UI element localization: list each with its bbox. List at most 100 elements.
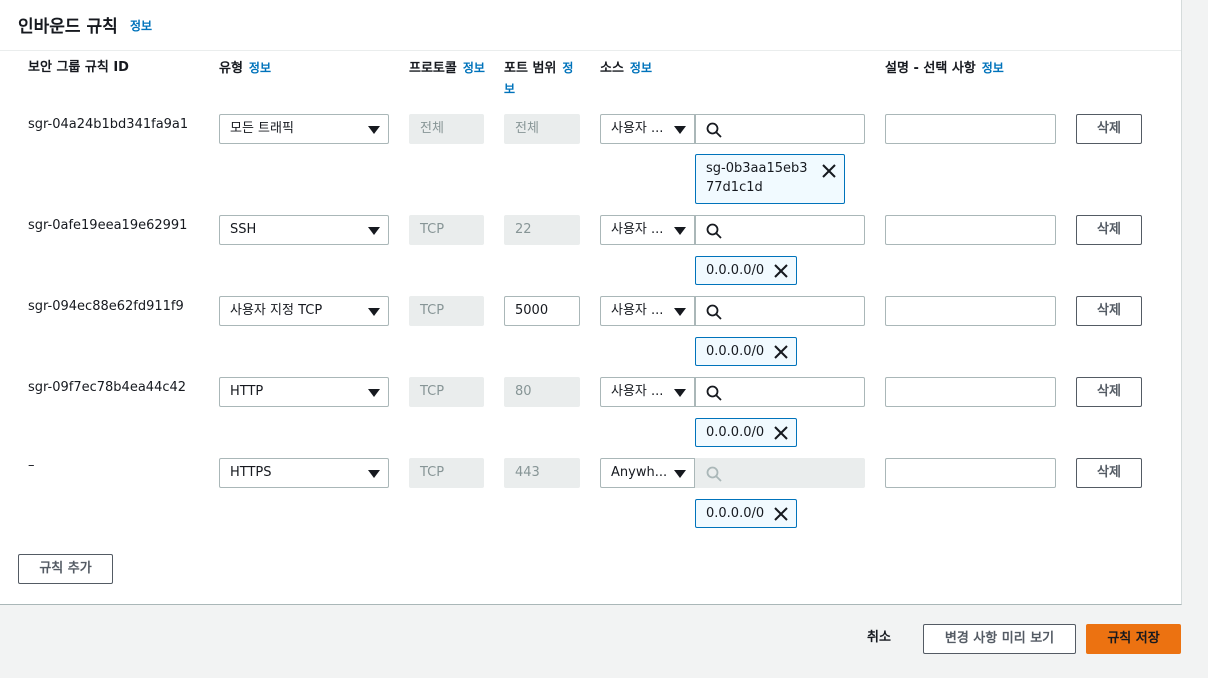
type-value: 사용자 지정 TCP (230, 303, 323, 318)
rule-id: sgr-09f7ec78b4ea44c42 (28, 380, 187, 395)
preview-changes-button[interactable]: 변경 사항 미리 보기 (923, 624, 1076, 654)
description-input[interactable] (885, 458, 1056, 488)
source-value: Anywh... (611, 465, 668, 480)
col-type-label: 유형 (219, 61, 243, 76)
col-protocol-label: 프로토콜 (409, 61, 457, 76)
type-select[interactable]: HTTPS (219, 458, 389, 488)
token-label-line1: sg-0b3aa15eb3 (706, 161, 808, 176)
col-source-label: 소스 (600, 61, 624, 76)
col-header-port: 포트 범위 정보 (504, 58, 574, 100)
token-label: 0.0.0.0/0 (706, 263, 765, 278)
source-info-link[interactable]: 정보 (630, 61, 652, 75)
source-token: 0.0.0.0/0 (695, 337, 797, 366)
close-icon[interactable] (773, 344, 789, 360)
protocol-info-link[interactable]: 정보 (463, 61, 485, 75)
rule-id: sgr-04a24b1bd341fa9a1 (28, 117, 189, 132)
description-input[interactable] (885, 377, 1056, 407)
col-rule-id-label: 보안 그룹 규칙 ID (28, 60, 129, 75)
type-value: HTTP (230, 384, 264, 399)
source-value: 사용자 ... (611, 384, 664, 399)
delete-button[interactable]: 삭제 (1076, 215, 1142, 245)
caret-down-icon (368, 227, 380, 235)
type-select[interactable]: 사용자 지정 TCP (219, 296, 389, 326)
source-search-input[interactable] (695, 215, 865, 245)
type-select[interactable]: HTTP (219, 377, 389, 407)
cancel-button[interactable]: 취소 (848, 624, 910, 654)
token-label-line2: 77d1c1d (706, 180, 763, 195)
port-field: 22 (504, 215, 580, 245)
port-field: 443 (504, 458, 580, 488)
header-info-link[interactable]: 정보 (130, 17, 152, 34)
source-search-input[interactable] (695, 296, 865, 326)
description-input[interactable] (885, 114, 1056, 144)
caret-down-icon (368, 389, 380, 397)
panel-title: 인바운드 규칙 (18, 17, 118, 37)
type-select[interactable]: 모든 트래픽 (219, 114, 389, 144)
search-icon (706, 122, 722, 138)
delete-button[interactable]: 삭제 (1076, 296, 1142, 326)
delete-button[interactable]: 삭제 (1076, 458, 1142, 488)
source-select[interactable]: 사용자 ... (600, 296, 695, 326)
caret-down-icon (368, 126, 380, 134)
close-icon[interactable] (773, 506, 789, 522)
description-input[interactable] (885, 296, 1056, 326)
protocol-field: 전체 (409, 114, 484, 144)
token-label: 0.0.0.0/0 (706, 425, 765, 440)
col-header-rule-id: 보안 그룹 규칙 ID (28, 58, 129, 78)
type-info-link[interactable]: 정보 (249, 61, 271, 75)
rule-id: sgr-094ec88e62fd911f9 (28, 299, 184, 314)
source-search-input[interactable] (695, 377, 865, 407)
token-label: 0.0.0.0/0 (706, 506, 765, 521)
description-input[interactable] (885, 215, 1056, 245)
col-description-label: 설명 - 선택 사항 (885, 61, 976, 76)
port-field: 전체 (504, 114, 580, 144)
source-search-input (695, 458, 865, 488)
source-select[interactable]: 사용자 ... (600, 377, 695, 407)
source-search-input[interactable] (695, 114, 865, 144)
source-value: 사용자 ... (611, 121, 664, 136)
search-icon (706, 466, 722, 482)
caret-down-icon (674, 389, 686, 397)
rule-id: sgr-0afe19eea19e62991 (28, 218, 188, 233)
protocol-field: TCP (409, 215, 484, 245)
caret-down-icon (674, 227, 686, 235)
source-token: 0.0.0.0/0 (695, 256, 797, 285)
col-port-label: 포트 범위 (504, 61, 557, 76)
caret-down-icon (674, 308, 686, 316)
type-value: HTTPS (230, 465, 272, 480)
search-icon (706, 223, 722, 239)
caret-down-icon (368, 308, 380, 316)
add-rule-button[interactable]: 규칙 추가 (18, 554, 113, 584)
type-value: 모든 트래픽 (230, 121, 294, 136)
token-label: 0.0.0.0/0 (706, 344, 765, 359)
save-rules-button[interactable]: 규칙 저장 (1086, 624, 1181, 654)
source-value: 사용자 ... (611, 303, 664, 318)
panel-header: 인바운드 규칙 정보 (0, 0, 1181, 51)
caret-down-icon (368, 470, 380, 478)
close-icon[interactable] (821, 163, 837, 179)
source-token: 0.0.0.0/0 (695, 499, 797, 528)
source-select[interactable]: 사용자 ... (600, 114, 695, 144)
col-header-source: 소스 정보 (600, 58, 652, 79)
caret-down-icon (674, 470, 686, 478)
caret-down-icon (674, 126, 686, 134)
col-header-type: 유형 정보 (219, 58, 271, 79)
protocol-field: TCP (409, 458, 484, 488)
delete-button[interactable]: 삭제 (1076, 114, 1142, 144)
source-select[interactable]: 사용자 ... (600, 215, 695, 245)
search-icon (706, 304, 722, 320)
port-field: 80 (504, 377, 580, 407)
source-select[interactable]: Anywh... (600, 458, 695, 488)
type-select[interactable]: SSH (219, 215, 389, 245)
source-value: 사용자 ... (611, 222, 664, 237)
source-token: sg-0b3aa15eb3 77d1c1d (695, 154, 845, 204)
protocol-field: TCP (409, 296, 484, 326)
description-info-link[interactable]: 정보 (982, 61, 1004, 75)
type-value: SSH (230, 222, 257, 237)
close-icon[interactable] (773, 263, 789, 279)
protocol-field: TCP (409, 377, 484, 407)
source-token: 0.0.0.0/0 (695, 418, 797, 447)
close-icon[interactable] (773, 425, 789, 441)
delete-button[interactable]: 삭제 (1076, 377, 1142, 407)
port-input[interactable]: 5000 (504, 296, 580, 326)
